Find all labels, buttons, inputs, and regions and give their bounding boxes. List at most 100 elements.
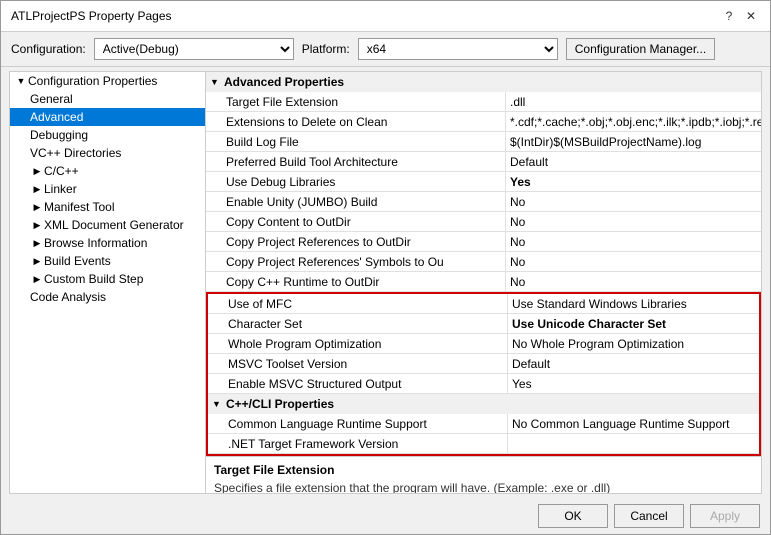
collapse-arrow: ▼ <box>14 76 28 86</box>
table-row[interactable]: Use of MFC Use Standard Windows Librarie… <box>208 294 759 314</box>
prop-value-pref-build: Default <box>506 152 761 171</box>
sidebar-item-label: Browse Information <box>44 236 147 250</box>
table-row[interactable]: Character Set Use Unicode Character Set <box>208 314 759 334</box>
prop-name-ext-delete: Extensions to Delete on Clean <box>206 112 506 131</box>
prop-name-unity: Enable Unity (JUMBO) Build <box>206 192 506 211</box>
platform-select[interactable]: x64 <box>358 38 558 60</box>
expand-arrow: ▶ <box>30 238 44 249</box>
dialog: ATLProjectPS Property Pages ? ✕ Configur… <box>0 0 771 535</box>
info-panel: Target File Extension Specifies a file e… <box>206 456 761 493</box>
prop-value-clr: No Common Language Runtime Support <box>508 414 759 433</box>
close-button[interactable]: ✕ <box>742 7 760 25</box>
dialog-title: ATLProjectPS Property Pages <box>11 9 172 23</box>
table-row[interactable]: Copy Project References to OutDir No <box>206 232 761 252</box>
config-manager-button[interactable]: Configuration Manager... <box>566 38 715 60</box>
expand-arrow: ▶ <box>30 184 44 195</box>
table-row[interactable]: Enable MSVC Structured Output Yes <box>208 374 759 394</box>
sidebar-item-custom-build[interactable]: ▶ Custom Build Step <box>10 270 205 288</box>
sidebar-item-linker[interactable]: ▶ Linker <box>10 180 205 198</box>
prop-value-msvc-struct: Yes <box>508 374 759 393</box>
expand-arrow: ▶ <box>30 166 44 177</box>
table-row[interactable]: Copy Content to OutDir No <box>206 212 761 232</box>
sidebar-item-general[interactable]: General <box>10 90 205 108</box>
expand-arrow: ▶ <box>30 256 44 267</box>
sidebar-item-label: Configuration Properties <box>28 74 157 88</box>
prop-value-char-set: Use Unicode Character Set <box>508 314 759 333</box>
section-header-cli: ▼ C++/CLI Properties <box>208 394 759 414</box>
prop-value-use-debug: Yes <box>506 172 761 191</box>
prop-value-copy-content: No <box>506 212 761 231</box>
config-bar: Configuration: Active(Debug) Platform: x… <box>1 32 770 67</box>
section-header-advanced: ▼ Advanced Properties <box>206 72 761 92</box>
prop-value-msvc-toolset: Default <box>508 354 759 373</box>
prop-value-copy-refs: No <box>506 232 761 251</box>
section-title: C++/CLI Properties <box>226 397 334 411</box>
prop-name-copy-cpp-rt: Copy C++ Runtime to OutDir <box>206 272 506 291</box>
sidebar-item-label: Advanced <box>30 110 83 124</box>
prop-name-pref-build: Preferred Build Tool Architecture <box>206 152 506 171</box>
main-content: ▼ Configuration Properties General Advan… <box>9 71 762 494</box>
prop-value-unity: No <box>506 192 761 211</box>
platform-label: Platform: <box>302 42 350 56</box>
table-row[interactable]: Build Log File $(IntDir)$(MSBuildProject… <box>206 132 761 152</box>
prop-name-msvc-toolset: MSVC Toolset Version <box>208 354 508 373</box>
prop-name-use-debug: Use Debug Libraries <box>206 172 506 191</box>
table-row[interactable]: .NET Target Framework Version <box>208 434 759 454</box>
expand-arrow: ▶ <box>30 202 44 213</box>
prop-name-build-log: Build Log File <box>206 132 506 151</box>
prop-name-target-ext: Target File Extension <box>206 92 506 111</box>
prop-value-copy-cpp-rt: No <box>506 272 761 291</box>
sidebar-item-debugging[interactable]: Debugging <box>10 126 205 144</box>
section-title: Advanced Properties <box>224 75 344 89</box>
table-row[interactable]: MSVC Toolset Version Default <box>208 354 759 374</box>
expand-arrow: ▶ <box>30 274 44 285</box>
sidebar-item-label: Code Analysis <box>30 290 106 304</box>
sidebar-item-config-props[interactable]: ▼ Configuration Properties <box>10 72 205 90</box>
cancel-button[interactable]: Cancel <box>614 504 684 528</box>
sidebar-item-browse-info[interactable]: ▶ Browse Information <box>10 234 205 252</box>
sidebar-item-vc-dirs[interactable]: VC++ Directories <box>10 144 205 162</box>
prop-value-target-ext: .dll <box>506 92 761 111</box>
table-row[interactable]: Target File Extension .dll <box>206 92 761 112</box>
prop-name-clr: Common Language Runtime Support <box>208 414 508 433</box>
config-label: Configuration: <box>11 42 86 56</box>
sidebar-item-label: Custom Build Step <box>44 272 143 286</box>
sidebar-item-code-analysis[interactable]: Code Analysis <box>10 288 205 306</box>
prop-value-copy-syms: No <box>506 252 761 271</box>
sidebar-item-manifest-tool[interactable]: ▶ Manifest Tool <box>10 198 205 216</box>
prop-value-ext-delete: *.cdf;*.cache;*.obj;*.obj.enc;*.ilk;*.ip… <box>506 112 761 131</box>
footer: OK Cancel Apply <box>1 498 770 534</box>
sidebar-item-label: C/C++ <box>44 164 79 178</box>
prop-name-char-set: Character Set <box>208 314 508 333</box>
sidebar-item-advanced[interactable]: Advanced <box>10 108 205 126</box>
table-row[interactable]: Whole Program Optimization No Whole Prog… <box>208 334 759 354</box>
table-row[interactable]: Copy C++ Runtime to OutDir No <box>206 272 761 292</box>
expand-arrow: ▶ <box>30 220 44 231</box>
prop-name-whole-prog: Whole Program Optimization <box>208 334 508 353</box>
help-button[interactable]: ? <box>720 7 738 25</box>
prop-value-net-target <box>508 434 759 453</box>
apply-button[interactable]: Apply <box>690 504 760 528</box>
sidebar-item-build-events[interactable]: ▶ Build Events <box>10 252 205 270</box>
sidebar-item-xml-doc[interactable]: ▶ XML Document Generator <box>10 216 205 234</box>
table-row[interactable]: Use Debug Libraries Yes <box>206 172 761 192</box>
prop-value-whole-prog: No Whole Program Optimization <box>508 334 759 353</box>
info-description: Specifies a file extension that the prog… <box>214 481 753 493</box>
sidebar-item-label: Linker <box>44 182 77 196</box>
table-row[interactable]: Extensions to Delete on Clean *.cdf;*.ca… <box>206 112 761 132</box>
sidebar: ▼ Configuration Properties General Advan… <box>10 72 206 493</box>
section-collapse-icon: ▼ <box>212 399 226 409</box>
ok-button[interactable]: OK <box>538 504 608 528</box>
prop-name-net-target: .NET Target Framework Version <box>208 434 508 453</box>
table-row[interactable]: Enable Unity (JUMBO) Build No <box>206 192 761 212</box>
properties-table: ▼ Advanced Properties Target File Extens… <box>206 72 761 493</box>
table-row[interactable]: Copy Project References' Symbols to Ou N… <box>206 252 761 272</box>
table-row[interactable]: Preferred Build Tool Architecture Defaul… <box>206 152 761 172</box>
table-row[interactable]: Common Language Runtime Support No Commo… <box>208 414 759 434</box>
prop-name-use-mfc: Use of MFC <box>208 294 508 313</box>
configuration-select[interactable]: Active(Debug) <box>94 38 294 60</box>
sidebar-item-cpp[interactable]: ▶ C/C++ <box>10 162 205 180</box>
sidebar-item-label: General <box>30 92 73 106</box>
prop-value-use-mfc: Use Standard Windows Libraries <box>508 294 759 313</box>
sidebar-item-label: VC++ Directories <box>30 146 121 160</box>
